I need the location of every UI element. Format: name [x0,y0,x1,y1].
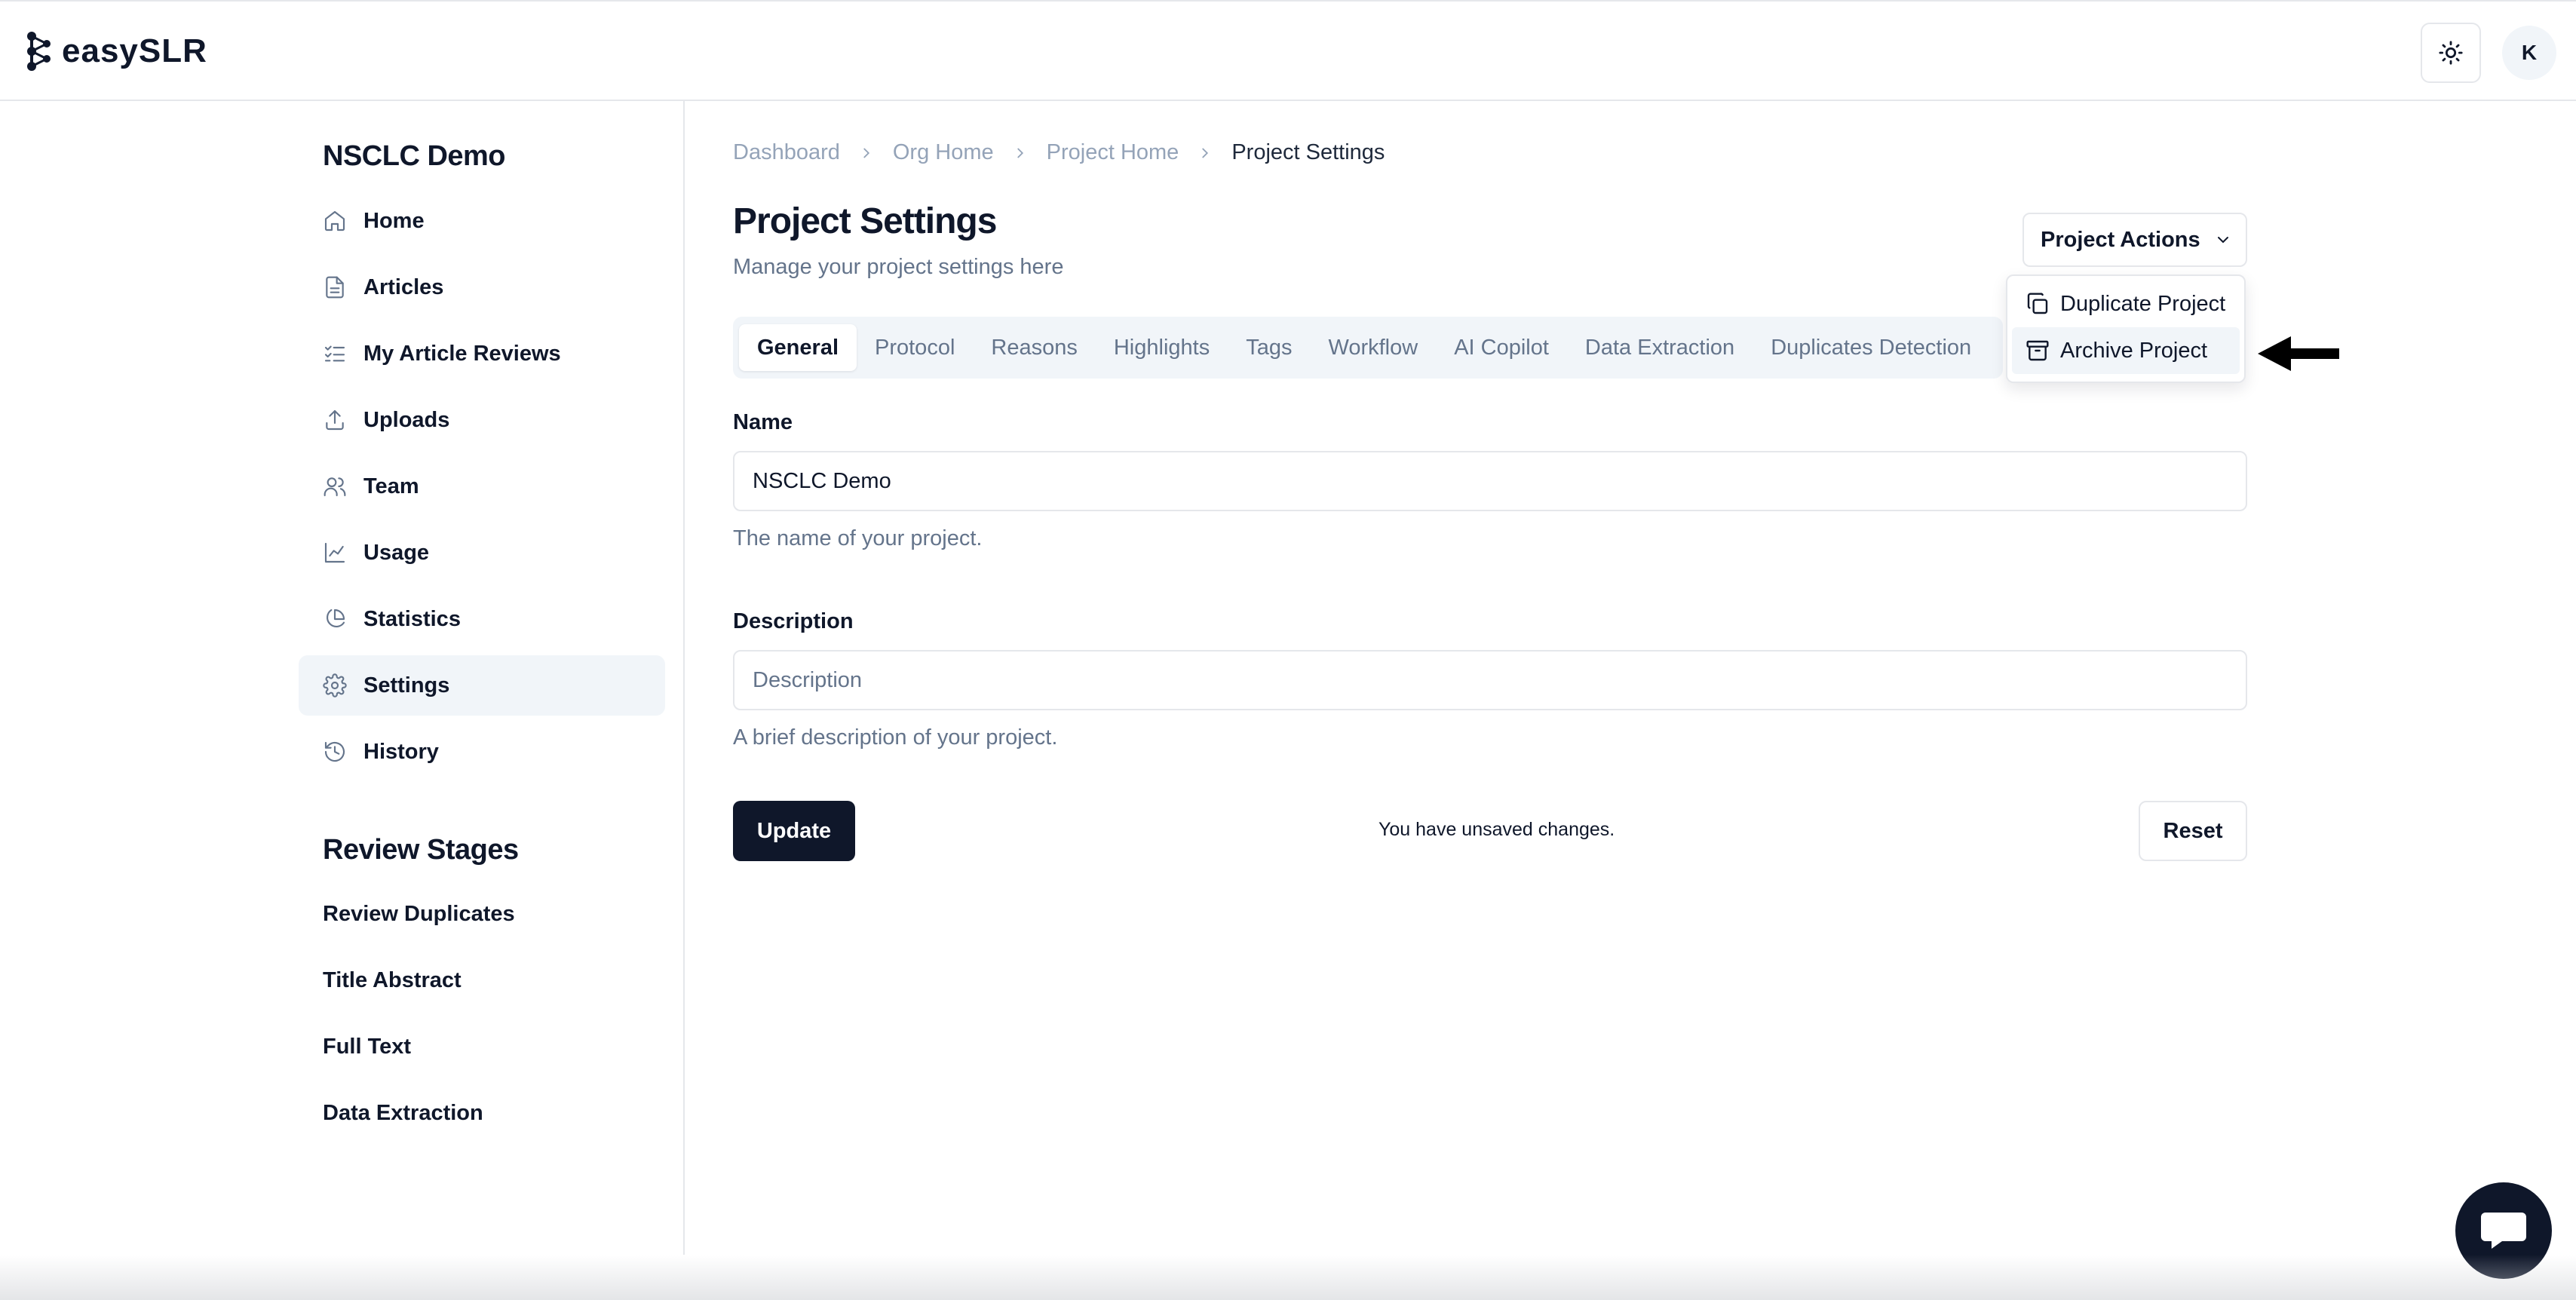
tab-reasons[interactable]: Reasons [973,324,1095,371]
tab-workflow[interactable]: Workflow [1310,324,1436,371]
top-bar: easySLR K [0,0,2576,101]
sidebar-item-label: Usage [363,540,430,565]
archive-icon [2026,340,2049,361]
project-actions-label: Project Actions [2041,227,2200,252]
stage-title-abstract[interactable]: Title Abstract [323,968,462,993]
line-chart-icon [324,542,345,563]
sidebar-item-statistics[interactable]: Statistics [299,589,665,649]
sidebar-item-label: Articles [363,274,444,299]
sidebar-item-label: History [363,739,439,764]
org-title: NSCLC Demo [323,140,506,172]
sidebar-item-label: Settings [363,673,450,698]
page-title: Project Settings [733,201,997,241]
arrow-left-icon [2258,336,2339,371]
chat-bubble-icon [2481,1213,2526,1249]
stage-review-duplicates[interactable]: Review Duplicates [323,902,515,927]
users-icon [324,477,346,497]
upload-icon [326,409,344,431]
breadcrumb-dashboard[interactable]: Dashboard [733,140,840,165]
sidebar-item-articles[interactable]: Articles [299,257,665,317]
logo-icon [27,32,51,71]
name-help: The name of your project. [733,526,983,550]
description-help: A brief description of your project. [733,725,1058,750]
name-input[interactable] [733,451,2247,511]
sidebar-divider [683,101,685,1255]
project-actions-menu: Duplicate Project Archive Project [2006,274,2246,383]
list-checks-icon [324,345,345,362]
description-label: Description [733,609,854,633]
pie-chart-icon [327,609,345,627]
chevron-right-icon [1012,145,1029,161]
menu-item-label: Archive Project [2060,338,2208,363]
sidebar-item-my-article-reviews[interactable]: My Article Reviews [299,323,665,384]
history-icon [324,741,345,762]
logo[interactable]: easySLR [24,30,207,72]
page-subtitle: Manage your project settings here [733,255,1064,279]
tab-ai-copilot[interactable]: AI Copilot [1436,324,1567,371]
theme-toggle-button[interactable] [2421,23,2481,83]
tab-duplicates-detection[interactable]: Duplicates Detection [1753,324,1989,371]
avatar[interactable]: K [2502,26,2556,80]
review-stages-title: Review Stages [323,834,519,866]
name-label: Name [733,410,793,434]
logo-text: easySLR [62,32,207,69]
breadcrumb: Dashboard Org Home Project Home Project … [733,140,1385,165]
settings-tabs: General Protocol Reasons Highlights Tags… [733,317,2003,379]
project-actions-button[interactable]: Project Actions [2022,213,2247,267]
tab-general[interactable]: General [739,324,857,371]
copy-icon [2027,293,2048,314]
stage-full-text[interactable]: Full Text [323,1035,411,1059]
menu-item-archive-project[interactable]: Archive Project [2012,327,2240,374]
sidebar-item-usage[interactable]: Usage [299,523,665,583]
home-icon [324,210,345,231]
sidebar-item-home[interactable]: Home [299,191,665,251]
sun-icon [2439,41,2463,65]
chevron-right-icon [858,145,875,161]
sidebar-item-history[interactable]: History [299,722,665,782]
chevron-down-icon [2214,231,2232,249]
sidebar-item-label: Home [363,208,425,233]
page: easySLR K NSCLC Demo Home Articles My Ar… [0,0,2576,1300]
gear-icon [323,673,347,698]
chevron-right-icon [1197,145,1213,161]
tab-protocol[interactable]: Protocol [857,324,973,371]
bottom-shadow [0,1255,2576,1300]
unsaved-changes-text: You have unsaved changes. [1378,819,1615,840]
sidebar-item-uploads[interactable]: Uploads [299,390,665,450]
stage-data-extraction[interactable]: Data Extraction [323,1101,483,1126]
sidebar-item-settings[interactable]: Settings [299,655,665,716]
reset-button[interactable]: Reset [2139,801,2247,861]
tab-tags[interactable]: Tags [1228,324,1310,371]
sidebar-item-label: Statistics [363,606,461,631]
breadcrumb-current: Project Settings [1231,140,1385,164]
menu-item-label: Duplicate Project [2060,291,2226,316]
tab-data-extraction[interactable]: Data Extraction [1567,324,1753,371]
sidebar-item-team[interactable]: Team [299,456,665,517]
tab-highlights[interactable]: Highlights [1096,324,1228,371]
sidebar-item-label: Team [363,474,419,498]
menu-item-duplicate-project[interactable]: Duplicate Project [2012,281,2240,327]
update-button[interactable]: Update [733,801,855,861]
sidebar-item-label: Uploads [363,407,450,432]
breadcrumb-project-home[interactable]: Project Home [1047,140,1179,165]
file-icon [326,276,344,299]
description-input[interactable] [733,650,2247,710]
breadcrumb-org-home[interactable]: Org Home [893,140,994,165]
sidebar-item-label: My Article Reviews [363,341,561,366]
